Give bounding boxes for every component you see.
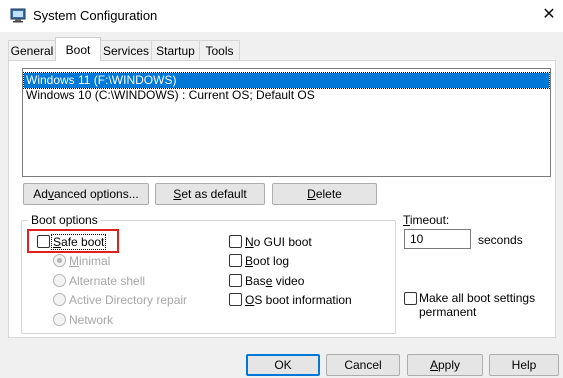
ok-button[interactable]: OK [246,354,320,376]
make-permanent-label[interactable]: Make all boot settings permanent [419,291,535,319]
active-directory-repair-radio[interactable] [53,293,66,306]
timeout-label: Timeout: [403,213,450,227]
os-list-item[interactable]: Windows 11 (F:\WINDOWS) [23,72,550,89]
boot-log-checkbox[interactable] [229,254,242,267]
base-video-label[interactable]: Base video [245,274,304,288]
os-boot-information-checkbox[interactable] [229,293,242,306]
apply-button[interactable]: Apply [407,354,483,376]
os-list-item[interactable]: Windows 10 (C:\WINDOWS) : Current OS; De… [24,88,549,103]
network-label: Network [69,313,114,327]
active-directory-repair-label: Active Directory repair [69,293,188,307]
timeout-unit: seconds [478,233,523,247]
boot-options-label: Boot options [28,213,101,227]
tab-boot[interactable]: Boot [55,37,101,61]
delete-button[interactable]: Delete [272,183,377,205]
timeout-input[interactable]: 10 [404,229,471,249]
base-video-checkbox[interactable] [229,274,242,287]
tab-general[interactable]: General [8,40,56,60]
minimal-label: Minimal [69,254,111,268]
help-button[interactable]: Help [489,354,559,376]
no-gui-boot-label[interactable]: No GUI boot [245,235,312,249]
minimal-radio[interactable] [53,254,66,267]
alternate-shell-radio[interactable] [53,274,66,287]
advanced-options-button[interactable]: Advanced options... [23,183,149,205]
no-gui-boot-checkbox[interactable] [229,235,242,248]
window-title: System Configuration [33,8,158,23]
tab-tools[interactable]: Tools [199,40,240,60]
safe-boot-highlight [27,229,119,253]
set-as-default-button[interactable]: Set as default [155,183,265,205]
tab-startup[interactable]: Startup [151,40,200,60]
boot-log-label[interactable]: Boot log [245,254,289,268]
os-boot-information-label[interactable]: OS boot information [245,293,352,307]
alternate-shell-label: Alternate shell [69,274,146,288]
os-list[interactable]: Windows 11 (F:\WINDOWS) Windows 10 (C:\W… [22,68,551,177]
cancel-button[interactable]: Cancel [326,354,400,376]
close-icon[interactable]: ✕ [541,7,557,23]
network-radio[interactable] [53,313,66,326]
msconfig-icon [10,7,26,23]
tab-services[interactable]: Services [100,40,152,60]
make-permanent-checkbox[interactable] [404,292,417,305]
